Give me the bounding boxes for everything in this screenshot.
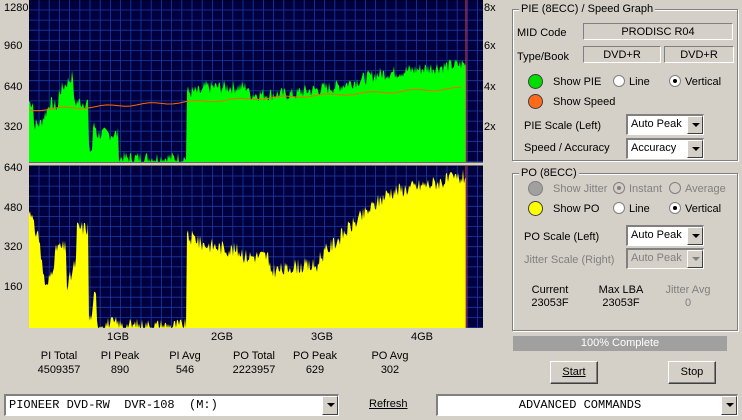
po-group: PO (8ECC) Show Jitter Instant Average Sh…	[512, 167, 738, 331]
pi-peak-value: 890	[110, 364, 130, 376]
start-button[interactable]: Start	[550, 361, 598, 384]
pie-y-tick: 640	[4, 81, 23, 93]
pie-scale-value: Auto Peak	[631, 118, 682, 130]
jitter-average-radio	[669, 182, 681, 194]
advanced-commands-select[interactable]: ADVANCED COMMANDS	[436, 394, 738, 416]
show-po-label[interactable]: Show PO	[553, 203, 599, 215]
pie-group-title: PIE (8ECC) / Speed Graph	[519, 3, 656, 15]
jitter-scale-select: Auto Peak	[626, 248, 704, 269]
speed-color-swatch[interactable]	[528, 94, 543, 109]
po-total-label: PO Total	[233, 350, 275, 362]
pie-vertical-label[interactable]: Vertical	[685, 76, 721, 88]
pi-total-label: PI Total	[40, 350, 78, 362]
pi-total-value: 4509357	[37, 364, 81, 376]
graph-area: 1280 960 640 320 8x 6x 4x 2x 640 480 320…	[0, 0, 505, 343]
po-scale-value: Auto Peak	[631, 229, 682, 241]
stop-button-label: Stop	[680, 366, 704, 378]
disc-type-value: DVD+R	[583, 46, 661, 63]
current-label: Current	[531, 284, 569, 296]
max-lba-label: Max LBA	[598, 284, 644, 296]
book-type-value: DVD+R	[664, 46, 734, 63]
chevron-down-icon[interactable]	[322, 396, 338, 415]
pi-avg-label: PI Avg	[169, 350, 201, 362]
jitter-avg-label: Jitter Avg	[665, 284, 711, 296]
speed-y-tick: 8x	[484, 2, 496, 14]
type-book-label: Type/Book	[517, 51, 569, 63]
jitter-scale-value: Auto Peak	[631, 252, 682, 264]
po-total-value: 2223957	[232, 364, 276, 376]
po-y-tick: 320	[4, 241, 23, 253]
pie-y-tick: 320	[4, 121, 23, 133]
jitter-average-label: Average	[685, 183, 726, 195]
scan-stats: PI Total PI Peak PI Avg PO Total PO Peak…	[0, 350, 505, 382]
x-tick: 4GB	[411, 331, 434, 343]
po-avg-value: 302	[380, 364, 400, 376]
pie-color-swatch[interactable]	[528, 74, 543, 89]
jitter-color-swatch	[528, 181, 543, 196]
jitter-scale-label: Jitter Scale (Right)	[524, 254, 615, 266]
pie-scale-select[interactable]: Auto Peak	[626, 114, 704, 135]
po-peak-value: 629	[305, 364, 325, 376]
jitter-instant-radio	[613, 182, 625, 194]
pie-line-radio[interactable]	[613, 75, 625, 87]
speed-y-tick: 2x	[484, 121, 496, 133]
chevron-down-icon[interactable]	[687, 116, 703, 134]
show-pie-label[interactable]: Show PIE	[553, 76, 601, 88]
po-y-tick: 160	[4, 281, 23, 293]
speed-y-tick: 6x	[484, 40, 496, 52]
progress-bar: 100% Complete	[513, 336, 727, 351]
mid-code-label: MID Code	[517, 27, 567, 39]
jitter-instant-label: Instant	[629, 183, 663, 195]
pie-speed-graph	[29, 0, 483, 163]
max-lba-value: 23053F	[602, 297, 640, 309]
chevron-down-icon[interactable]	[721, 396, 737, 415]
graph-canvas	[29, 0, 483, 328]
chevron-down-icon[interactable]	[687, 227, 703, 245]
chevron-down-icon[interactable]	[687, 140, 703, 158]
po-y-tick: 640	[4, 162, 23, 174]
pie-line-label[interactable]: Line	[629, 76, 650, 88]
speed-y-tick: 4x	[484, 81, 496, 93]
po-peak-label: PO Peak	[292, 350, 338, 362]
po-scale-label: PO Scale (Left)	[524, 231, 600, 243]
advanced-commands-value: ADVANCED COMMANDS	[518, 398, 642, 412]
po-graph	[29, 165, 483, 328]
po-vertical-radio[interactable]	[669, 202, 681, 214]
speed-accuracy-select[interactable]: Accuracy	[626, 138, 704, 159]
jitter-avg-value: 0	[684, 297, 692, 309]
show-speed-label[interactable]: Show Speed	[553, 96, 615, 108]
pi-avg-value: 546	[175, 364, 195, 376]
chevron-down-icon	[687, 250, 703, 268]
refresh-link[interactable]: Refresh	[369, 398, 408, 410]
pie-speed-group: PIE (8ECC) / Speed Graph MID Code PRODIS…	[512, 3, 738, 161]
po-line-label[interactable]: Line	[629, 203, 650, 215]
pie-vertical-radio[interactable]	[669, 75, 681, 87]
drive-select-value: PIONEER DVD-RW DVR-108 (M:)	[9, 398, 218, 412]
drive-select[interactable]: PIONEER DVD-RW DVR-108 (M:)	[4, 394, 339, 416]
x-tick: 2GB	[211, 331, 234, 343]
pie-scale-label: PIE Scale (Left)	[524, 120, 602, 132]
po-y-tick: 480	[4, 202, 23, 214]
po-vertical-label[interactable]: Vertical	[685, 203, 721, 215]
start-button-label: Start	[562, 366, 586, 378]
mid-code-value: PRODISC R04	[583, 23, 733, 40]
x-tick: 1GB	[107, 331, 130, 343]
po-line-radio[interactable]	[613, 202, 625, 214]
speed-accuracy-label: Speed / Accuracy	[524, 142, 610, 154]
pie-y-tick: 1280	[4, 2, 29, 14]
po-avg-label: PO Avg	[371, 350, 409, 362]
po-scale-select[interactable]: Auto Peak	[626, 225, 704, 246]
x-tick: 3GB	[311, 331, 334, 343]
po-group-title: PO (8ECC)	[519, 167, 579, 179]
progress-text: 100% Complete	[580, 337, 660, 349]
show-jitter-label: Show Jitter	[553, 183, 608, 195]
pi-peak-label: PI Peak	[100, 350, 140, 362]
speed-accuracy-value: Accuracy	[631, 142, 677, 154]
pie-y-tick: 960	[4, 40, 23, 52]
stop-button[interactable]: Stop	[668, 361, 716, 384]
current-value: 23053F	[531, 297, 569, 309]
po-color-swatch[interactable]	[528, 201, 543, 216]
